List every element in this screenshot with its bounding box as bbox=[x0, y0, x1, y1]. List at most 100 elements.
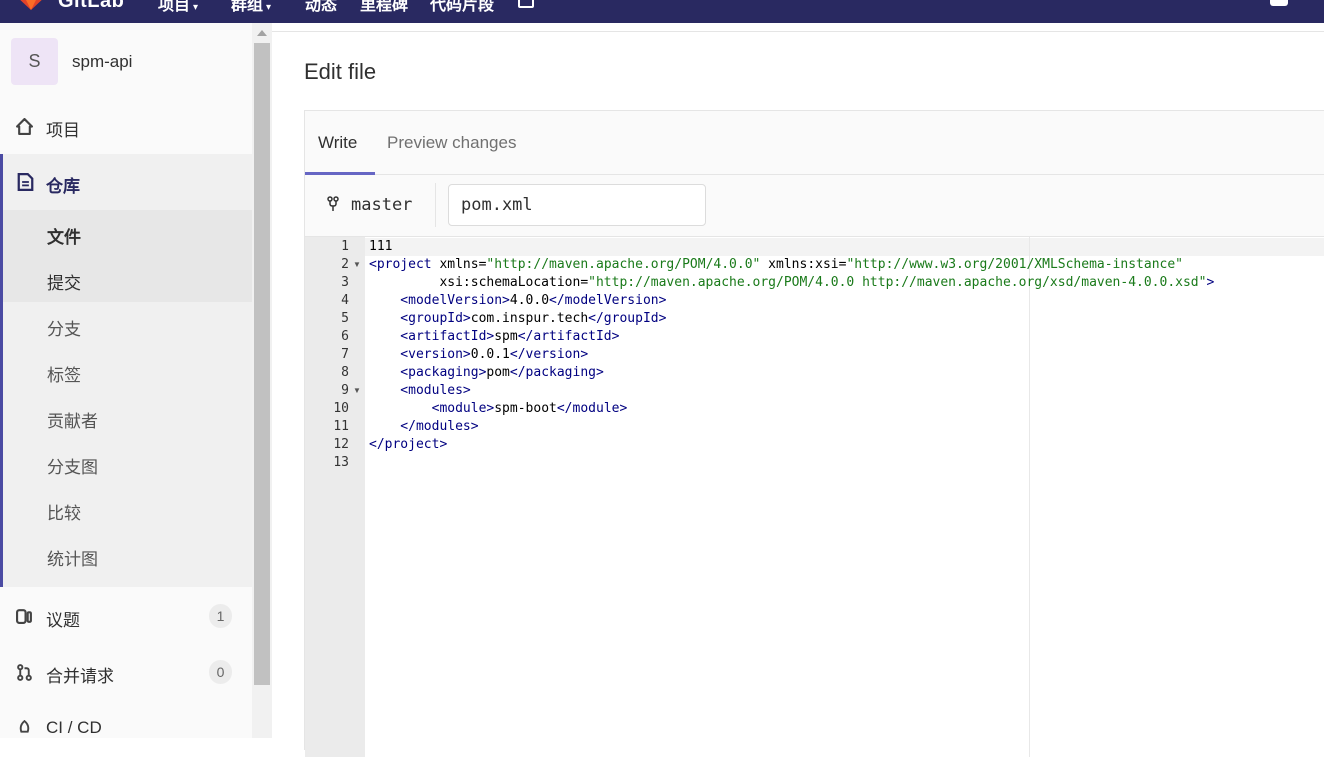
code-token: spm-boot bbox=[494, 401, 557, 416]
code-line[interactable]: <modules> bbox=[369, 382, 471, 400]
code-token: <version> bbox=[369, 347, 471, 362]
admin-icon[interactable] bbox=[518, 0, 534, 8]
scroll-up-icon[interactable] bbox=[257, 30, 267, 36]
code-token: <groupId> bbox=[369, 311, 471, 326]
new-item-icon[interactable] bbox=[1270, 0, 1288, 6]
nav-activity[interactable]: 动态 bbox=[305, 0, 337, 15]
sidebar-item-repository[interactable]: 仓库 bbox=[3, 154, 252, 210]
line-number: 1 bbox=[341, 239, 349, 254]
code-token: <modules> bbox=[369, 383, 471, 398]
code-line[interactable]: 111 bbox=[369, 238, 392, 256]
code-line[interactable]: <modelVersion>4.0.0</modelVersion> bbox=[369, 292, 666, 310]
sidebar-item-project[interactable]: 项目 bbox=[0, 104, 252, 148]
merge-requests-count-badge: 0 bbox=[209, 660, 232, 684]
code-token: <modelVersion> bbox=[369, 293, 510, 308]
sidebar-subitem-compare[interactable]: 比较 bbox=[3, 486, 252, 532]
code-editor[interactable]: 1 2 ▼ 3 4 5 6 7 8 9 ▼ 10 11 12 13 111 <project xmlns="h… bbox=[305, 237, 1324, 757]
line-number: 13 bbox=[333, 455, 349, 470]
line-number: 10 bbox=[333, 401, 349, 416]
sidebar-subitem-commits[interactable]: 提交 bbox=[3, 256, 252, 302]
code-line[interactable]: <version>0.0.1</version> bbox=[369, 346, 588, 364]
fold-toggle-icon[interactable]: ▼ bbox=[353, 256, 361, 274]
code-line[interactable]: </modules> bbox=[369, 418, 479, 436]
code-token: "http://www.w3.org/2001/XMLSchema-instan… bbox=[846, 257, 1183, 272]
sidebar-item-label: 项目 bbox=[46, 121, 80, 140]
project-name[interactable]: spm-api bbox=[72, 52, 132, 72]
nav-projects-label: 项目 bbox=[158, 0, 191, 14]
rocket-icon bbox=[19, 720, 30, 733]
chevron-down-icon: ▾ bbox=[193, 2, 199, 13]
code-token: 4.0.0 bbox=[509, 293, 550, 308]
code-line[interactable]: <packaging>pom</packaging> bbox=[369, 364, 604, 382]
merge-request-icon bbox=[17, 664, 32, 681]
sidebar-subitem-label: 标签 bbox=[47, 366, 81, 385]
code-token: spm bbox=[494, 329, 518, 344]
scrollbar-thumb[interactable] bbox=[254, 43, 270, 685]
code-token: </groupId> bbox=[588, 311, 667, 326]
line-number: 9 bbox=[341, 383, 349, 398]
nav-groups[interactable]: 群组 ▾ bbox=[231, 0, 271, 15]
nav-groups-label: 群组 bbox=[231, 0, 264, 14]
sidebar-item-issues[interactable]: 议题 1 bbox=[0, 594, 252, 638]
sidebar-subitem-label: 贡献者 bbox=[47, 412, 98, 431]
code-line[interactable]: <project xmlns="http://maven.apache.org/… bbox=[369, 256, 1183, 274]
divider bbox=[272, 31, 1324, 32]
brand-name[interactable]: GitLab bbox=[58, 0, 124, 13]
gitlab-logo-icon[interactable] bbox=[16, 0, 46, 10]
code-token: </module> bbox=[556, 401, 628, 416]
code-line[interactable]: <groupId>com.inspur.tech</groupId> bbox=[369, 310, 666, 328]
sidebar-subitem-label: 文件 bbox=[47, 228, 81, 247]
code-token: xsi:schemaLocation= bbox=[369, 275, 589, 290]
chevron-down-icon[interactable]: ▾ bbox=[1296, 0, 1301, 2]
sidebar-subitem-charts[interactable]: 统计图 bbox=[3, 532, 252, 578]
nav-milestones[interactable]: 里程碑 bbox=[360, 0, 408, 15]
chevron-down-icon: ▾ bbox=[266, 2, 272, 13]
page-title: Edit file bbox=[304, 59, 377, 84]
branch-icon bbox=[327, 196, 339, 211]
active-line-highlight bbox=[365, 238, 1324, 256]
code-line[interactable]: <module>spm-boot</module> bbox=[369, 400, 628, 418]
code-token: > bbox=[1206, 275, 1215, 290]
code-token: </modules> bbox=[369, 419, 479, 434]
file-icon bbox=[17, 173, 34, 191]
sidebar-subitem-label: 提交 bbox=[47, 274, 81, 293]
line-number: 8 bbox=[341, 365, 349, 380]
tab-write[interactable]: Write bbox=[318, 133, 357, 153]
project-avatar[interactable]: S bbox=[11, 38, 58, 85]
tab-preview-changes[interactable]: Preview changes bbox=[387, 133, 516, 153]
code-line[interactable]: xsi:schemaLocation="http://maven.apache.… bbox=[369, 274, 1214, 292]
sidebar-subitem-label: 分支 bbox=[47, 320, 81, 339]
print-margin bbox=[1029, 237, 1030, 757]
line-number-gutter: 1 2 ▼ 3 4 5 6 7 8 9 ▼ 10 11 12 13 bbox=[305, 237, 365, 757]
sidebar-project-header[interactable]: S spm-api bbox=[0, 23, 252, 101]
file-editor: Write Preview changes master 12▼3456789▼… bbox=[304, 110, 1324, 757]
branch-name: master bbox=[351, 195, 413, 215]
code-token: 111 bbox=[369, 239, 393, 254]
sidebar-item-merge-requests[interactable]: 合并请求 0 bbox=[0, 650, 252, 694]
sidebar-subitem-label: 统计图 bbox=[47, 550, 98, 569]
fold-toggle-icon[interactable]: ▼ bbox=[353, 382, 361, 400]
sidebar-subitem-graph[interactable]: 分支图 bbox=[3, 440, 252, 486]
sidebar-subitem-contributors[interactable]: 贡献者 bbox=[3, 394, 252, 440]
sidebar-scrollbar[interactable] bbox=[252, 23, 272, 738]
sidebar-subitem-files[interactable]: 文件 bbox=[3, 210, 252, 256]
code-token: </modelVersion> bbox=[549, 293, 667, 308]
sidebar-subitem-branches[interactable]: 分支 bbox=[3, 302, 252, 348]
nav-projects[interactable]: 项目 ▾ bbox=[158, 0, 198, 15]
editor-tabs: Write Preview changes bbox=[305, 111, 1324, 175]
code-token: <module> bbox=[369, 401, 495, 416]
code-token: pom bbox=[486, 365, 510, 380]
code-token: "http://maven.apache.org/POM/4.0.0 http:… bbox=[588, 275, 1207, 290]
line-number: 2 bbox=[341, 257, 349, 272]
sidebar-subitem-label: 分支图 bbox=[47, 458, 98, 477]
sidebar-subitem-tags[interactable]: 标签 bbox=[3, 348, 252, 394]
code-line[interactable]: </project> bbox=[369, 436, 447, 454]
code-line[interactable]: <artifactId>spm</artifactId> bbox=[369, 328, 619, 346]
nav-snippets[interactable]: 代码片段 bbox=[430, 0, 494, 15]
line-number: 11 bbox=[333, 419, 349, 434]
code-token: com.inspur.tech bbox=[470, 311, 589, 326]
file-name-input[interactable] bbox=[448, 184, 706, 226]
sidebar-section-repository: 仓库 文件 提交 分支 标签 贡献者 分支图 比较 统计图 bbox=[0, 154, 252, 587]
sidebar-item-ci-cd[interactable]: CI / CD bbox=[0, 706, 252, 750]
line-number: 3 bbox=[341, 275, 349, 290]
